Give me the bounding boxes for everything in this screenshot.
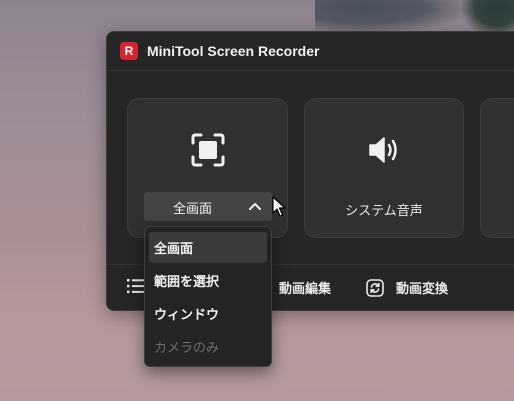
menu-item-fullscreen[interactable]: 全画面 bbox=[149, 232, 267, 263]
system-audio-card[interactable]: システム音声 bbox=[304, 98, 464, 238]
video-convert-button[interactable]: 動画変換 bbox=[366, 278, 448, 297]
speaker-icon bbox=[369, 137, 397, 163]
background-ground bbox=[0, 380, 514, 401]
list-icon bbox=[127, 279, 145, 294]
window-title: MiniTool Screen Recorder bbox=[147, 43, 320, 59]
video-convert-label: 動画変換 bbox=[396, 282, 449, 297]
title-bar[interactable]: R MiniTool Screen Recorder bbox=[107, 32, 514, 71]
background-tree-silhouette bbox=[315, 0, 475, 35]
chevron-up-icon bbox=[249, 203, 261, 210]
menu-item-window[interactable]: ウィンドウ bbox=[149, 298, 267, 329]
recordings-list-button[interactable] bbox=[127, 278, 145, 294]
next-source-card[interactable] bbox=[480, 98, 514, 238]
menu-item-select-region[interactable]: 範囲を選択 bbox=[149, 265, 267, 296]
fullscreen-capture-icon bbox=[191, 133, 224, 167]
capture-mode-value: 全画面 bbox=[173, 202, 213, 217]
capture-mode-menu: 全画面 範囲を選択 ウィンドウ カメラのみ bbox=[144, 226, 272, 367]
video-edit-button[interactable]: 動画編集 bbox=[279, 278, 331, 297]
mouse-cursor-icon bbox=[272, 196, 286, 217]
capture-mode-dropdown[interactable]: 全画面 bbox=[144, 192, 272, 221]
video-edit-label: 動画編集 bbox=[279, 282, 332, 297]
refresh-icon bbox=[366, 278, 384, 297]
system-audio-label: システム音声 bbox=[345, 204, 423, 219]
app-logo: R bbox=[120, 42, 138, 60]
menu-item-camera-only: カメラのみ bbox=[154, 341, 220, 356]
screen-capture-card[interactable]: 全画面 bbox=[127, 98, 288, 238]
